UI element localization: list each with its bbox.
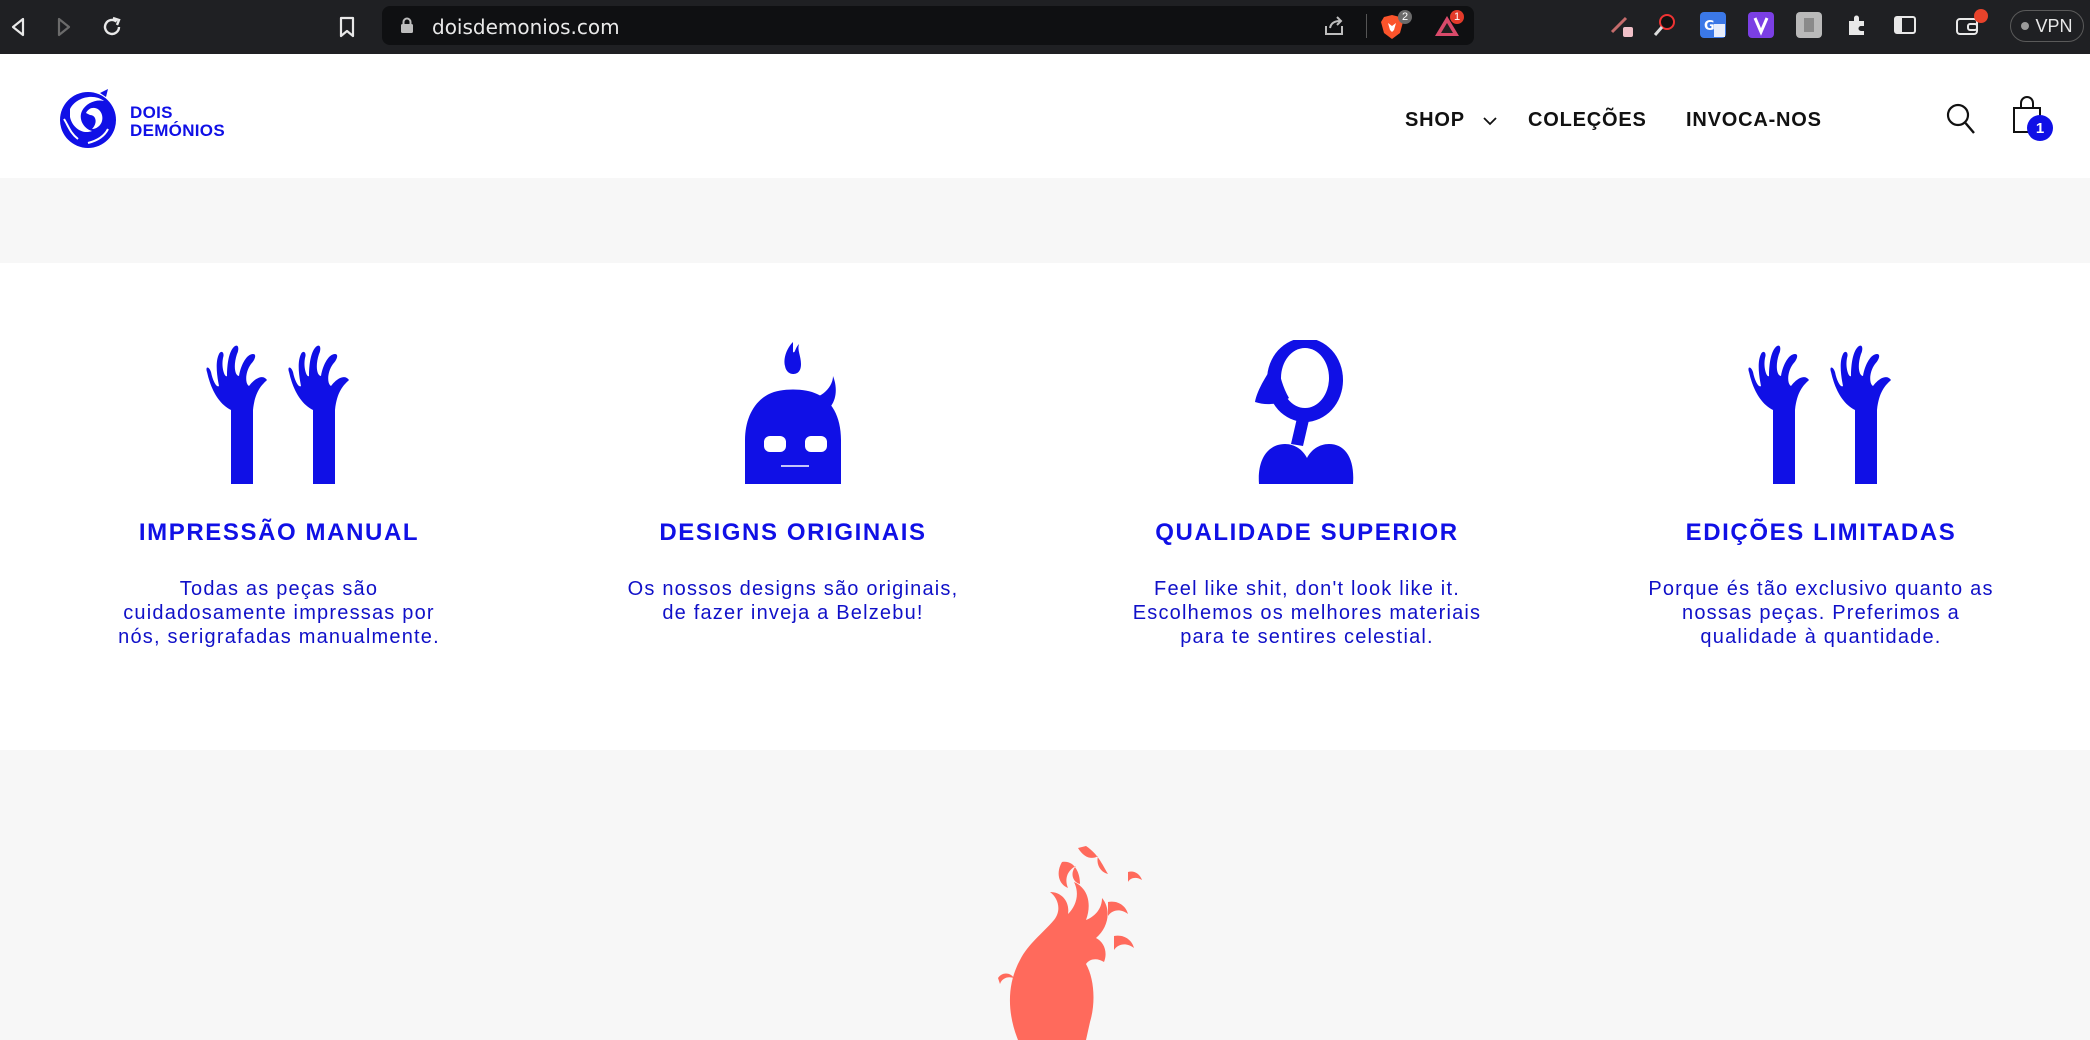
logo-wordmark: DOIS DEMÓNIOS: [130, 102, 225, 140]
puzzle-extensions-icon[interactable]: [1844, 12, 1870, 38]
devil-head-icon: [583, 340, 1003, 490]
cart-count-badge: 1: [2027, 115, 2053, 141]
bottom-section: [0, 750, 2090, 1040]
raised-hands-icon: [1611, 340, 2031, 490]
feature-title: DESIGNS ORIGINAIS: [659, 519, 927, 546]
feature-text-line: nossas peças. Preferimos a: [1682, 602, 1960, 624]
bookmark-icon[interactable]: [333, 13, 361, 41]
vpn-label: VPN: [2035, 15, 2073, 36]
svg-text:G: G: [1704, 19, 1715, 34]
rewards-count-badge: 1: [1450, 10, 1465, 24]
feature-description: Feel like shit, don't look like it. Esco…: [1097, 577, 1517, 649]
feature-description: Todas as peças são cuidadosamente impres…: [69, 577, 489, 649]
feature-text-line: cuidadosamente impressas por: [123, 602, 435, 624]
url-text: doisdemonios.com: [432, 15, 620, 39]
shields-count-badge: 2: [1398, 10, 1413, 24]
feature-description: Porque és tão exclusivo quanto as nossas…: [1611, 577, 2031, 649]
nav-shop[interactable]: SHOP: [1405, 109, 1465, 132]
magnifier-extension-icon[interactable]: [1652, 12, 1678, 38]
reload-icon[interactable]: [98, 13, 126, 41]
feature-title: IMPRESSÃO MANUAL: [138, 519, 420, 546]
raised-hands-icon: [69, 340, 489, 490]
gray-extension-icon[interactable]: [1796, 12, 1822, 38]
chevron-down-icon[interactable]: [1482, 114, 1498, 132]
feature-text-line: Porque és tão exclusivo quanto as: [1648, 578, 1994, 600]
feature-text-line: de fazer inveja a Belzebu!: [662, 602, 924, 624]
browser-toolbar: doisdemonios.com 2 1 G VPN: [0, 0, 2090, 54]
halo-figure-icon: [1097, 338, 1517, 490]
feature-text-line: Todas as peças são: [179, 578, 379, 600]
feature-text-line: para te sentires celestial.: [1180, 626, 1434, 648]
logo-line-1: DOIS: [130, 102, 173, 122]
wallet-notification-dot: [1974, 9, 1988, 23]
feature-text-line: Os nossos designs são originais,: [627, 578, 959, 600]
site-logo[interactable]: DOIS DEMÓNIOS: [56, 89, 225, 154]
flame-icon: [958, 842, 1148, 1040]
logo-line-2: DEMÓNIOS: [130, 120, 225, 140]
search-icon[interactable]: [1945, 102, 1977, 141]
feature-text-line: nós, serigrafadas manualmente.: [118, 626, 440, 648]
pen-extension-icon[interactable]: [1608, 12, 1634, 38]
share-icon[interactable]: [1322, 14, 1346, 38]
feature-title: EDIÇÕES LIMITADAS: [1685, 519, 1957, 546]
translate-extension-icon[interactable]: G: [1700, 12, 1726, 38]
feature-text-line: Escolhemos os melhores materiais: [1132, 602, 1482, 624]
sidebar-toggle-icon[interactable]: [1892, 12, 1918, 38]
feature-text-line: qualidade à quantidade.: [1700, 626, 1942, 648]
vpn-status-icon: [2021, 22, 2030, 30]
vpn-button[interactable]: VPN: [2010, 10, 2084, 42]
nav-collections[interactable]: COLEÇÕES: [1528, 109, 1647, 132]
features-section: IMPRESSÃO MANUAL Todas as peças são cuid…: [0, 263, 2090, 750]
url-divider: [1366, 14, 1367, 38]
demon-logo-icon: [56, 89, 122, 154]
back-icon[interactable]: [4, 13, 32, 41]
grey-spacer-band: [0, 178, 2090, 263]
address-bar[interactable]: doisdemonios.com 2 1: [382, 6, 1474, 45]
feature-title: QUALIDADE SUPERIOR: [1155, 519, 1459, 546]
lock-icon: [400, 17, 414, 39]
v-extension-icon[interactable]: [1748, 12, 1774, 38]
forward-icon[interactable]: [50, 13, 78, 41]
nav-contact[interactable]: INVOCA-NOS: [1686, 109, 1822, 132]
feature-description: Os nossos designs são originais, de faze…: [583, 577, 1003, 625]
site-header: DOIS DEMÓNIOS SHOP COLEÇÕES INVOCA-NOS: [0, 54, 2090, 178]
feature-text-line: Feel like shit, don't look like it.: [1154, 578, 1460, 600]
